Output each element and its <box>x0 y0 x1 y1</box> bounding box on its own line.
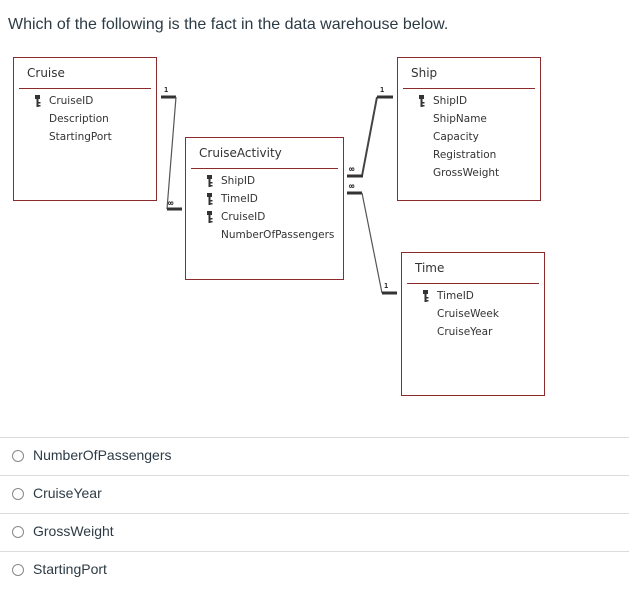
table-time[interactable]: Time TimeID CruiseWeek CruiseYear <box>401 252 545 396</box>
field-name: TimeID <box>437 290 474 302</box>
field-shipid: ShipID <box>398 92 540 110</box>
radio-button[interactable] <box>12 488 24 500</box>
table-name: Time <box>415 261 445 275</box>
relationship-line <box>361 96 378 177</box>
relationship-line <box>361 192 383 294</box>
field-timeid: TimeID <box>186 190 343 208</box>
answer-option[interactable]: CruiseYear <box>0 475 629 513</box>
field-name: GrossWeight <box>433 167 500 179</box>
field-numberofpassengers: NumberOfPassengers <box>186 226 343 244</box>
field-cruiseyear: CruiseYear <box>402 323 544 341</box>
answer-option[interactable]: NumberOfPassengers <box>0 437 629 475</box>
field-shipid: ShipID <box>186 172 343 190</box>
field-list: CruiseID Description StartingPort <box>14 92 156 146</box>
field-description: Description <box>14 110 156 128</box>
answer-label[interactable]: GrossWeight <box>33 523 114 539</box>
table-cruiseactivity[interactable]: CruiseActivity ShipID TimeID CruiseID Nu… <box>185 137 344 280</box>
primary-key-icon <box>207 211 213 223</box>
field-cruiseweek: CruiseWeek <box>402 305 544 323</box>
cardinality-one-label: 1 <box>380 86 385 94</box>
field-name: CruiseWeek <box>437 308 499 320</box>
header-divider <box>407 283 539 284</box>
field-list: TimeID CruiseWeek CruiseYear <box>402 287 544 341</box>
answer-label[interactable]: CruiseYear <box>33 485 102 501</box>
table-name: Cruise <box>27 66 65 80</box>
cardinality-one-label: 1 <box>384 282 389 290</box>
header-divider <box>403 88 535 89</box>
primary-key-icon <box>207 175 213 187</box>
field-name: ShipID <box>433 95 468 107</box>
relationship-cruise-cruiseactivity <box>161 95 182 211</box>
field-timeid: TimeID <box>402 287 544 305</box>
field-registration: Registration <box>398 146 540 164</box>
field-name: ShipName <box>433 113 487 125</box>
cardinality-many-label: ∞ <box>168 199 174 209</box>
field-name: NumberOfPassengers <box>221 229 335 241</box>
table-ship[interactable]: Ship ShipID ShipName Capacity Registrati… <box>397 57 541 201</box>
field-cruiseid: CruiseID <box>186 208 343 226</box>
field-name: Description <box>49 113 109 125</box>
field-startingport: StartingPort <box>14 128 156 146</box>
table-cruise[interactable]: Cruise CruiseID Description StartingPort <box>13 57 157 201</box>
relationship-time-cruiseactivity <box>347 191 397 295</box>
table-name: Ship <box>411 66 438 80</box>
answer-options: NumberOfPassengers CruiseYear GrossWeigh… <box>0 437 629 589</box>
table-name: CruiseActivity <box>199 146 282 160</box>
answer-label[interactable]: NumberOfPassengers <box>33 447 172 463</box>
cardinality-many-label: ∞ <box>349 182 355 192</box>
answer-option[interactable]: StartingPort <box>0 551 629 589</box>
field-name: Registration <box>433 149 497 161</box>
answer-label[interactable]: StartingPort <box>33 561 107 577</box>
field-name: CruiseID <box>221 211 266 223</box>
field-list: ShipID TimeID CruiseID NumberOfPassenger… <box>186 172 343 244</box>
header-divider <box>19 88 151 89</box>
relationship-line <box>166 96 177 210</box>
field-name: CruiseYear <box>437 326 493 338</box>
cardinality-one-label: 1 <box>164 86 169 94</box>
data-warehouse-diagram: 1 ∞ 1 ∞ ∞ 1 Cruise CruiseID Description … <box>0 0 629 430</box>
radio-button[interactable] <box>12 450 24 462</box>
primary-key-icon <box>35 95 41 107</box>
cardinality-many-label: ∞ <box>349 165 355 175</box>
field-name: ShipID <box>221 175 256 187</box>
answer-option[interactable]: GrossWeight <box>0 513 629 551</box>
field-shipname: ShipName <box>398 110 540 128</box>
primary-key-icon <box>423 290 429 302</box>
field-cruiseid: CruiseID <box>14 92 156 110</box>
field-grossweight: GrossWeight <box>398 164 540 182</box>
field-name: Capacity <box>433 131 479 143</box>
primary-key-icon <box>207 193 213 205</box>
field-name: TimeID <box>221 193 258 205</box>
field-name: StartingPort <box>49 131 112 143</box>
field-capacity: Capacity <box>398 128 540 146</box>
primary-key-icon <box>419 95 425 107</box>
field-name: CruiseID <box>49 95 94 107</box>
radio-button[interactable] <box>12 564 24 576</box>
field-list: ShipID ShipName Capacity Registration Gr… <box>398 92 540 182</box>
radio-button[interactable] <box>12 526 24 538</box>
header-divider <box>191 168 338 169</box>
